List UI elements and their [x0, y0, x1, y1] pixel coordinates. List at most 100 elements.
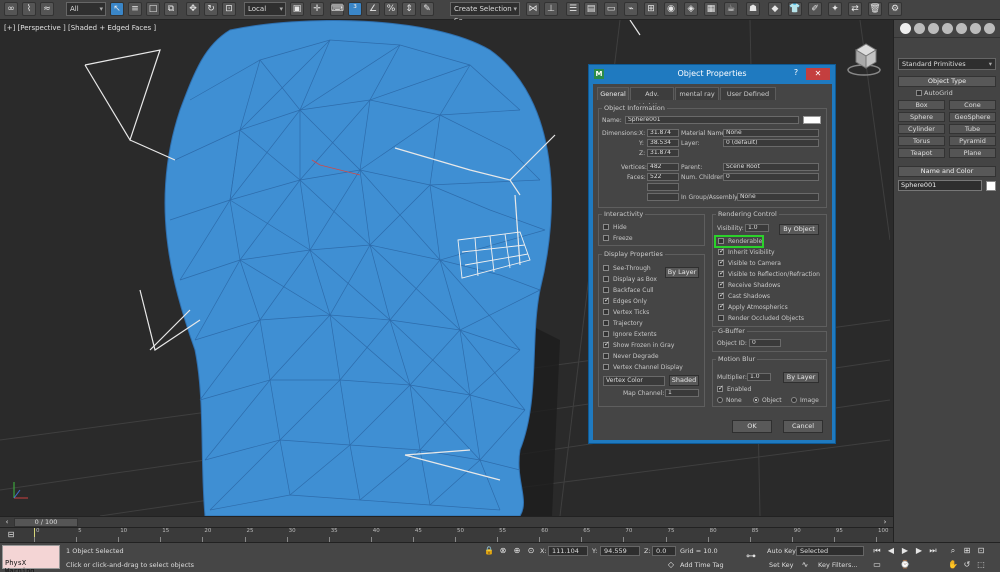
snap-toggle-icon[interactable]: ³: [348, 2, 362, 16]
display-as-box-checkbox[interactable]: Display as Box: [603, 275, 657, 284]
teapot-button[interactable]: Teapot: [898, 148, 945, 158]
sphere-button[interactable]: Sphere: [898, 112, 945, 122]
multiplier-field[interactable]: 1.0: [747, 373, 771, 381]
by-object-button[interactable]: By Object: [779, 224, 819, 235]
next-frame-icon[interactable]: ›: [880, 517, 890, 527]
name-color-rollout[interactable]: Name and Color: [898, 166, 996, 177]
percent-snap-icon[interactable]: %: [384, 2, 398, 16]
select-manipulate-icon[interactable]: ✛: [310, 2, 324, 16]
unlink-icon[interactable]: ⌇: [22, 2, 36, 16]
key-filters-button[interactable]: Key Filters...: [818, 561, 858, 569]
none-radio[interactable]: None: [717, 396, 742, 405]
align-icon[interactable]: ⊥: [544, 2, 558, 16]
map-channel-field[interactable]: 1: [665, 389, 699, 397]
tab-mental-ray[interactable]: mental ray: [675, 87, 719, 100]
lock-icon[interactable]: 🔒: [484, 546, 494, 556]
reference-coord-dropdown[interactable]: Local: [244, 2, 286, 16]
object-radio[interactable]: Object: [753, 396, 782, 405]
curve-editor-icon[interactable]: ⌁: [624, 2, 638, 16]
vertex-ticks-checkbox[interactable]: Vertex Ticks: [603, 308, 649, 317]
cancel-button[interactable]: Cancel: [783, 420, 823, 433]
rect-selection-icon[interactable]: □: [146, 2, 160, 16]
go-to-start-icon[interactable]: ⏮: [872, 546, 882, 556]
prev-key-icon[interactable]: ◀: [886, 546, 896, 556]
shirt-icon[interactable]: 👕: [788, 2, 802, 16]
hierarchy-tab-icon[interactable]: [928, 23, 939, 34]
systems-tab-icon[interactable]: [984, 23, 995, 34]
scatter-icon[interactable]: ✦: [828, 2, 842, 16]
select-object-icon[interactable]: ↖: [110, 2, 124, 16]
absolute-mode-icon[interactable]: ⊙: [526, 546, 536, 556]
select-by-name-icon[interactable]: ≡: [128, 2, 142, 16]
close-button[interactable]: ✕: [806, 68, 830, 80]
never-degrade-checkbox[interactable]: Never Degrade: [603, 352, 659, 361]
graphite-ribbon-icon[interactable]: ▭: [604, 2, 618, 16]
trash-icon[interactable]: 🗑: [868, 2, 882, 16]
maximize-viewport-icon[interactable]: ⬚: [976, 560, 986, 570]
cast-shadows-checkbox[interactable]: Cast Shadows: [718, 291, 770, 301]
time-slider-track[interactable]: ‹ 0 / 100 ›: [0, 516, 893, 527]
window-crossing-icon[interactable]: ⧉: [164, 2, 178, 16]
edit-named-selection-icon[interactable]: ✎: [420, 2, 434, 16]
isolate-icon[interactable]: ⊗: [498, 546, 508, 556]
tab-adv-lighting[interactable]: Adv. Lighting: [630, 87, 674, 110]
teapot-icon[interactable]: ☗: [746, 2, 760, 16]
x-coord-field[interactable]: 111.104: [548, 546, 588, 556]
object-color-swatch[interactable]: [986, 180, 996, 191]
viewcube-icon[interactable]: [844, 38, 884, 78]
motion-tab-icon[interactable]: [942, 23, 953, 34]
vertex-color-dropdown[interactable]: Vertex Color: [603, 376, 665, 386]
render-setup-icon[interactable]: ◈: [684, 2, 698, 16]
tube-button[interactable]: Tube: [949, 124, 996, 134]
tab-general[interactable]: General: [597, 87, 629, 100]
render-occluded-checkbox[interactable]: Render Occluded Objects: [718, 314, 804, 323]
cone-button[interactable]: Cone: [949, 100, 996, 110]
y-coord-field[interactable]: 94.559: [600, 546, 640, 556]
inherit-visibility-checkbox[interactable]: Inherit Visibility: [718, 247, 775, 257]
play-icon[interactable]: ▶: [900, 546, 910, 556]
rendered-frame-icon[interactable]: ▦: [704, 2, 718, 16]
viewport-label[interactable]: [+] [Perspective ] [Shaded + Edged Faces…: [4, 24, 156, 32]
pan-icon[interactable]: ✋: [948, 560, 958, 570]
selection-lock-icon[interactable]: ⊕: [512, 546, 522, 556]
set-key-button[interactable]: Set Key: [769, 561, 794, 569]
named-selection-dropdown[interactable]: Create Selection Se: [450, 2, 520, 25]
display-by-layer-button[interactable]: By Layer: [665, 267, 699, 278]
trajectory-checkbox[interactable]: Trajectory: [603, 319, 643, 328]
object-id-field[interactable]: 0: [749, 339, 781, 347]
frame-field-icon[interactable]: ▭: [872, 560, 882, 570]
receive-shadows-checkbox[interactable]: Receive Shadows: [718, 280, 780, 290]
key-icon[interactable]: ⊶: [742, 552, 760, 562]
go-to-end-icon[interactable]: ⏭: [928, 546, 938, 556]
paint-icon[interactable]: ✐: [808, 2, 822, 16]
mirror-icon[interactable]: ⋈: [526, 2, 540, 16]
create-tab-icon[interactable]: [900, 23, 911, 34]
cylinder-button[interactable]: Cylinder: [898, 124, 945, 134]
image-radio[interactable]: Image: [791, 396, 819, 405]
torus-button[interactable]: Torus: [898, 136, 945, 146]
display-tab-icon[interactable]: [956, 23, 967, 34]
add-time-tag[interactable]: Add Time Tag: [680, 561, 724, 569]
object-name-field[interactable]: Sphere001: [625, 116, 799, 124]
rotate-icon[interactable]: ↻: [204, 2, 218, 16]
box-button[interactable]: Box: [898, 100, 945, 110]
spinner-snap-icon[interactable]: ⇕: [402, 2, 416, 16]
object-color-box[interactable]: [803, 116, 821, 124]
edges-only-checkbox[interactable]: Edges Only: [603, 296, 647, 306]
zoom-icon[interactable]: ⌕: [948, 546, 958, 556]
help-icon[interactable]: ?: [791, 68, 801, 80]
see-through-checkbox[interactable]: See-Through: [603, 264, 651, 273]
bind-spacewarp-icon[interactable]: ≈: [40, 2, 54, 16]
scale-icon[interactable]: ⊡: [222, 2, 236, 16]
layer-explorer-icon[interactable]: ☰: [566, 2, 580, 16]
track-bar-icon[interactable]: ⊟: [6, 530, 16, 540]
ignore-extents-checkbox[interactable]: Ignore Extents: [603, 330, 657, 339]
next-key-icon[interactable]: ▶: [914, 546, 924, 556]
orbit-icon[interactable]: ↺: [962, 560, 972, 570]
move-icon[interactable]: ✥: [186, 2, 200, 16]
geosphere-button[interactable]: GeoSphere: [949, 112, 996, 122]
show-frozen-gray-checkbox[interactable]: Show Frozen in Gray: [603, 340, 674, 350]
pivot-center-icon[interactable]: ▣: [290, 2, 304, 16]
render-production-icon[interactable]: ☕: [724, 2, 738, 16]
angle-snap-icon[interactable]: ∠: [366, 2, 380, 16]
